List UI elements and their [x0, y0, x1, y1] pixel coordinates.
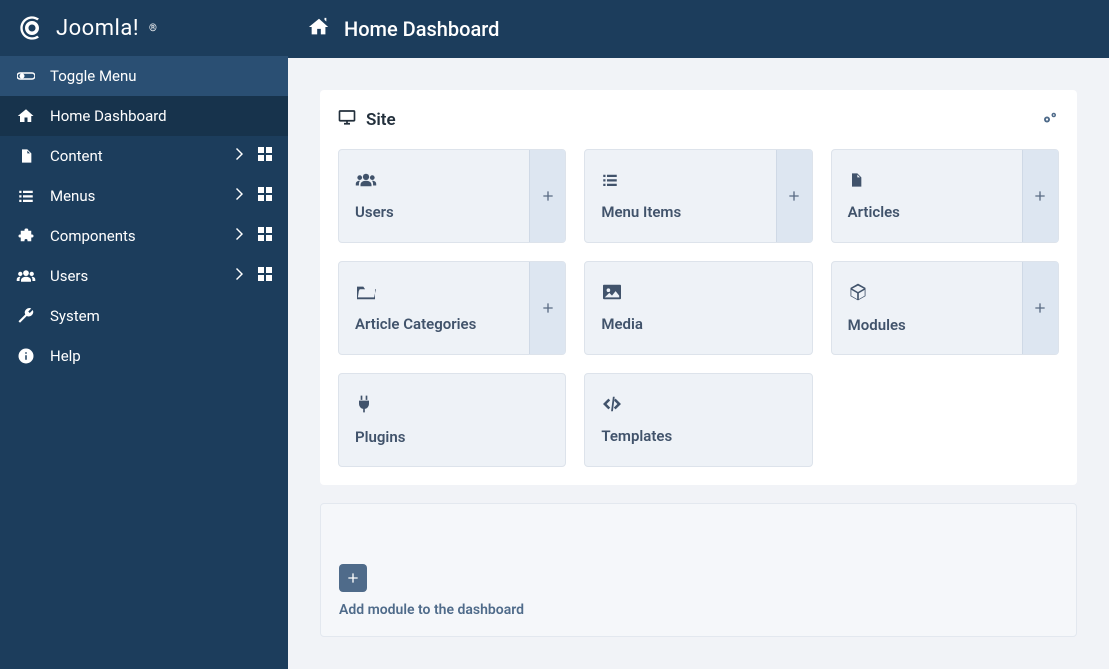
joomla-logo-icon: [18, 14, 46, 42]
sidebar-item-system[interactable]: System: [0, 296, 288, 336]
grid-icon[interactable]: [258, 147, 272, 165]
sidebar-item-help[interactable]: Help: [0, 336, 288, 376]
tile-link[interactable]: Articles: [832, 150, 1022, 242]
sidebar-item-components[interactable]: Components: [0, 216, 288, 256]
tile-add-button[interactable]: [1022, 150, 1058, 242]
tile-label: Article Categories: [355, 315, 513, 333]
topbar: Home Dashboard: [288, 0, 1109, 58]
sidebar-item-label: Components: [50, 227, 220, 245]
sidebar-item-menus[interactable]: Menus: [0, 176, 288, 216]
toggle-icon: [16, 66, 36, 86]
tile-articles: Articles: [831, 149, 1059, 243]
tile-label: Media: [601, 315, 795, 333]
users-icon: [355, 171, 513, 193]
sidebar-item-home-dashboard[interactable]: Home Dashboard: [0, 96, 288, 136]
sidebar-item-label: Menus: [50, 187, 220, 205]
card-title: Site: [366, 110, 396, 130]
chevron-right-icon: [234, 227, 244, 245]
tile-article-categories: Article Categories: [338, 261, 566, 355]
cube-icon: [848, 282, 1006, 306]
tile-add-button[interactable]: [1022, 262, 1058, 354]
tile-templates: Templates: [584, 373, 812, 467]
sidebar-item-label: Help: [50, 347, 272, 365]
plug-icon: [355, 394, 549, 418]
sidebar-item-label: Users: [50, 267, 220, 285]
tile-link[interactable]: Menu Items: [585, 150, 775, 242]
tile-label: Articles: [848, 203, 1006, 221]
plus-square-icon: [339, 564, 367, 592]
grid-icon[interactable]: [258, 267, 272, 285]
tile-add-button[interactable]: [776, 150, 812, 242]
gears-icon[interactable]: [1041, 109, 1059, 131]
wrench-icon: [16, 306, 36, 326]
tile-media: Media: [584, 261, 812, 355]
image-icon: [601, 283, 795, 305]
desktop-icon: [338, 108, 356, 131]
chevron-right-icon: [234, 187, 244, 205]
grid-icon[interactable]: [258, 187, 272, 205]
add-module-button[interactable]: Add module to the dashboard: [320, 503, 1077, 637]
page-title: Home Dashboard: [344, 17, 499, 41]
tile-users: Users: [338, 149, 566, 243]
tile-link[interactable]: Users: [339, 150, 529, 242]
home-icon: [16, 106, 36, 126]
tile-add-button[interactable]: [529, 262, 565, 354]
chevron-right-icon: [234, 267, 244, 285]
tile-modules: Modules: [831, 261, 1059, 355]
home-icon: [308, 16, 330, 42]
tile-label: Users: [355, 203, 513, 221]
users-icon: [16, 266, 36, 286]
sidebar-item-content[interactable]: Content: [0, 136, 288, 176]
chevron-right-icon: [234, 147, 244, 165]
grid-icon[interactable]: [258, 227, 272, 245]
code-icon: [601, 395, 795, 417]
tile-link[interactable]: Plugins: [339, 374, 565, 466]
folder-icon: [355, 283, 513, 305]
puzzle-icon: [16, 226, 36, 246]
tile-link[interactable]: Modules: [832, 262, 1022, 354]
toggle-menu[interactable]: Toggle Menu: [0, 56, 288, 96]
logo[interactable]: Joomla! ®: [0, 0, 288, 56]
file-icon: [16, 146, 36, 166]
tile-label: Templates: [601, 427, 795, 445]
tile-link[interactable]: Article Categories: [339, 262, 529, 354]
sidebar-item-users[interactable]: Users: [0, 256, 288, 296]
tile-label: Plugins: [355, 428, 549, 446]
file-icon: [848, 171, 1006, 193]
sidebar-item-label: System: [50, 307, 272, 325]
tile-menu-items: Menu Items: [584, 149, 812, 243]
list-icon: [16, 186, 36, 206]
tile-link[interactable]: Media: [585, 262, 811, 354]
tile-plugins: Plugins: [338, 373, 566, 467]
info-icon: [16, 346, 36, 366]
add-module-label: Add module to the dashboard: [339, 602, 1058, 618]
sidebar-item-label: Content: [50, 147, 220, 165]
tile-label: Menu Items: [601, 203, 759, 221]
sidebar-item-label: Home Dashboard: [50, 107, 272, 125]
list-icon: [601, 171, 759, 193]
tile-add-button[interactable]: [529, 150, 565, 242]
logo-text: Joomla!: [56, 16, 139, 41]
tile-link[interactable]: Templates: [585, 374, 811, 466]
sidebar: Joomla! ® Toggle Menu Home Dashboard Cont…: [0, 0, 288, 669]
site-card: Site Users Menu Items Articles Article Cate…: [320, 90, 1077, 485]
tile-label: Modules: [848, 316, 1006, 334]
